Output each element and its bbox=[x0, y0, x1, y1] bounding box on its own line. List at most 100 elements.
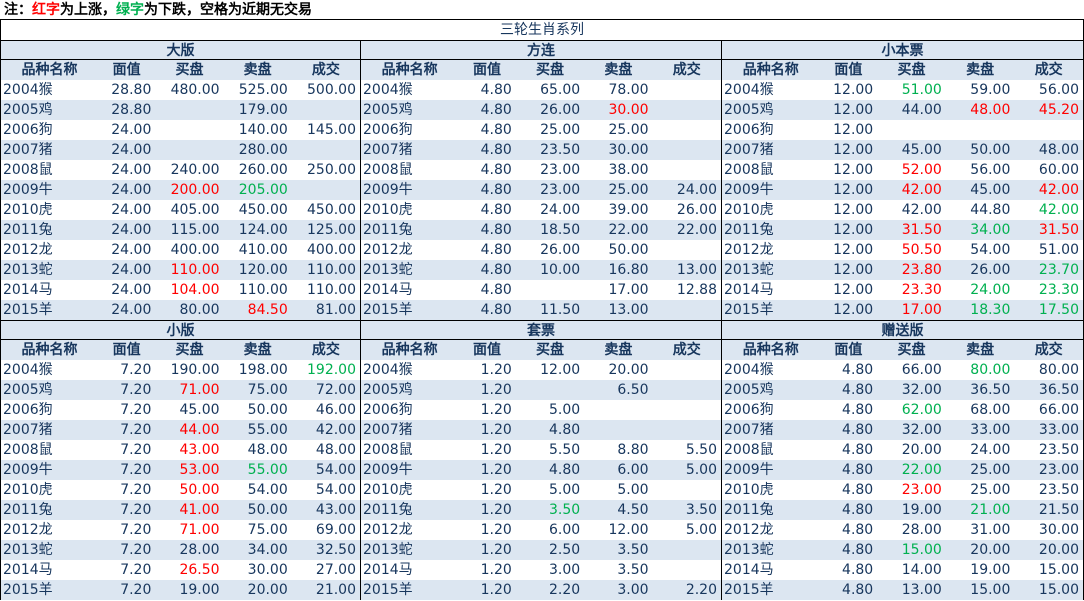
table-row: 2010虎 1.20 5.00 5.00 bbox=[361, 480, 721, 500]
cell-face: 4.80 bbox=[819, 380, 878, 400]
cell-name: 2014马 bbox=[361, 280, 459, 300]
table-row: 2009牛 24.00 200.00 205.00 bbox=[1, 180, 360, 200]
cell-deal: 17.50 bbox=[1014, 300, 1083, 320]
table-row: 2008鼠 1.20 5.50 8.80 5.50 bbox=[361, 440, 721, 460]
cell-bid: 23.30 bbox=[877, 280, 946, 300]
cell-face: 1.20 bbox=[458, 560, 516, 580]
cell-ask: 410.00 bbox=[223, 240, 292, 260]
note-green-text: 为下跌，空格为近期无交易 bbox=[144, 2, 312, 18]
cell-bid: 4.80 bbox=[515, 460, 585, 480]
cell-face: 7.20 bbox=[97, 500, 156, 520]
cell-deal bbox=[652, 100, 721, 120]
panel-zeng-song-ban: 赠送版 品种名称 面值 买盘 卖盘 成交 2004猴 4.80 66.00 80.00 80.00 2… bbox=[722, 320, 1084, 600]
cell-bid: 42.00 bbox=[877, 180, 946, 200]
cell-ask: 36.50 bbox=[945, 380, 1015, 400]
cell-ask: 450.00 bbox=[223, 200, 292, 220]
cell-deal: 31.50 bbox=[1014, 220, 1083, 240]
price-table: 品种名称 面值 买盘 卖盘 成交 2004猴 28.80 480.00 525.00 500.00… bbox=[1, 60, 360, 320]
cell-deal bbox=[1014, 120, 1083, 140]
table-row: 2004猴 4.80 65.00 78.00 bbox=[361, 80, 721, 100]
table-row: 2014马 12.00 23.30 24.00 23.30 bbox=[722, 280, 1083, 300]
cell-face: 28.80 bbox=[97, 80, 156, 100]
cell-ask: 38.00 bbox=[584, 160, 653, 180]
table-row: 2004猴 12.00 51.00 59.00 56.00 bbox=[722, 80, 1083, 100]
cell-name: 2011兔 bbox=[722, 500, 820, 520]
cell-name: 2011兔 bbox=[1, 500, 98, 520]
column-header: 面值 bbox=[458, 340, 516, 360]
cell-deal: 42.00 bbox=[291, 420, 360, 440]
cell-ask: 24.00 bbox=[945, 440, 1015, 460]
cell-name: 2006狗 bbox=[361, 120, 459, 140]
table-row: 2005鸡 4.80 26.00 30.00 bbox=[361, 100, 721, 120]
table-row: 2008鼠 7.20 43.00 48.00 48.00 bbox=[1, 440, 360, 460]
cell-face: 4.80 bbox=[819, 560, 878, 580]
cell-deal: 21.50 bbox=[1014, 500, 1083, 520]
cell-bid: 44.00 bbox=[877, 100, 946, 120]
table-row: 2007猪 24.00 280.00 bbox=[1, 140, 360, 160]
cell-bid: 71.00 bbox=[155, 520, 224, 540]
cell-name: 2006狗 bbox=[722, 120, 820, 140]
table-row: 2015羊 24.00 80.00 84.50 81.00 bbox=[1, 300, 360, 320]
cell-face: 1.20 bbox=[458, 400, 516, 420]
cell-name: 2004猴 bbox=[361, 360, 459, 380]
cell-face: 4.80 bbox=[819, 480, 878, 500]
price-table: 品种名称 面值 买盘 卖盘 成交 2004猴 7.20 190.00 198.00 192.00 2… bbox=[1, 340, 360, 600]
cell-deal bbox=[652, 300, 721, 320]
cell-ask: 80.00 bbox=[945, 360, 1015, 380]
cell-face: 1.20 bbox=[458, 500, 516, 520]
price-table: 品种名称 面值 买盘 卖盘 成交 2004猴 4.80 65.00 78.00 2005鸡 4.80… bbox=[361, 60, 721, 320]
column-header: 买盘 bbox=[877, 60, 946, 80]
cell-ask: 78.00 bbox=[584, 80, 653, 100]
cell-name: 2008鼠 bbox=[361, 440, 459, 460]
cell-face: 1.20 bbox=[458, 420, 516, 440]
cell-ask: 3.00 bbox=[584, 580, 653, 600]
cell-deal: 27.00 bbox=[291, 560, 360, 580]
cell-bid: 190.00 bbox=[155, 360, 224, 380]
cell-face: 7.20 bbox=[97, 400, 156, 420]
cell-bid: 110.00 bbox=[155, 260, 224, 280]
cell-bid: 4.80 bbox=[515, 420, 585, 440]
cell-deal: 3.50 bbox=[652, 500, 721, 520]
cell-deal: 2.20 bbox=[652, 580, 721, 600]
cell-face: 1.20 bbox=[458, 540, 516, 560]
cell-bid: 480.00 bbox=[155, 80, 224, 100]
cell-face: 12.00 bbox=[819, 180, 878, 200]
cell-ask: 34.00 bbox=[945, 220, 1015, 240]
column-header: 面值 bbox=[97, 60, 156, 80]
cell-ask: 140.00 bbox=[223, 120, 292, 140]
cell-face: 4.80 bbox=[458, 260, 516, 280]
cell-face: 4.80 bbox=[819, 420, 878, 440]
cell-deal bbox=[652, 540, 721, 560]
column-header: 成交 bbox=[1014, 340, 1083, 360]
cell-deal: 23.00 bbox=[1014, 460, 1083, 480]
cell-face: 4.80 bbox=[819, 460, 878, 480]
column-header: 成交 bbox=[652, 340, 721, 360]
cell-name: 2015羊 bbox=[361, 580, 459, 600]
cell-bid: 71.00 bbox=[155, 380, 224, 400]
cell-name: 2014马 bbox=[1, 280, 98, 300]
note-prefix: 注： bbox=[4, 2, 32, 18]
column-header: 品种名称 bbox=[722, 60, 820, 80]
cell-deal: 450.00 bbox=[291, 200, 360, 220]
cell-deal: 125.00 bbox=[291, 220, 360, 240]
cell-ask: 15.00 bbox=[945, 580, 1015, 600]
cell-bid: 51.00 bbox=[877, 80, 946, 100]
cell-face: 12.00 bbox=[819, 220, 878, 240]
column-header: 卖盘 bbox=[223, 60, 292, 80]
cell-ask: 30.00 bbox=[223, 560, 292, 580]
cell-deal: 48.00 bbox=[291, 440, 360, 460]
cell-name: 2005鸡 bbox=[1, 380, 98, 400]
cell-name: 2006狗 bbox=[1, 120, 98, 140]
cell-ask: 198.00 bbox=[223, 360, 292, 380]
cell-name: 2005鸡 bbox=[722, 380, 820, 400]
cell-ask: 24.00 bbox=[945, 280, 1015, 300]
cell-ask: 59.00 bbox=[945, 80, 1015, 100]
cell-deal bbox=[652, 360, 721, 380]
cell-deal: 21.00 bbox=[291, 580, 360, 600]
cell-deal: 22.00 bbox=[652, 220, 721, 240]
cell-face: 12.00 bbox=[819, 280, 878, 300]
cell-name: 2014马 bbox=[722, 280, 820, 300]
cell-bid: 14.00 bbox=[877, 560, 946, 580]
cell-face: 12.00 bbox=[819, 240, 878, 260]
cell-ask: 50.00 bbox=[223, 500, 292, 520]
